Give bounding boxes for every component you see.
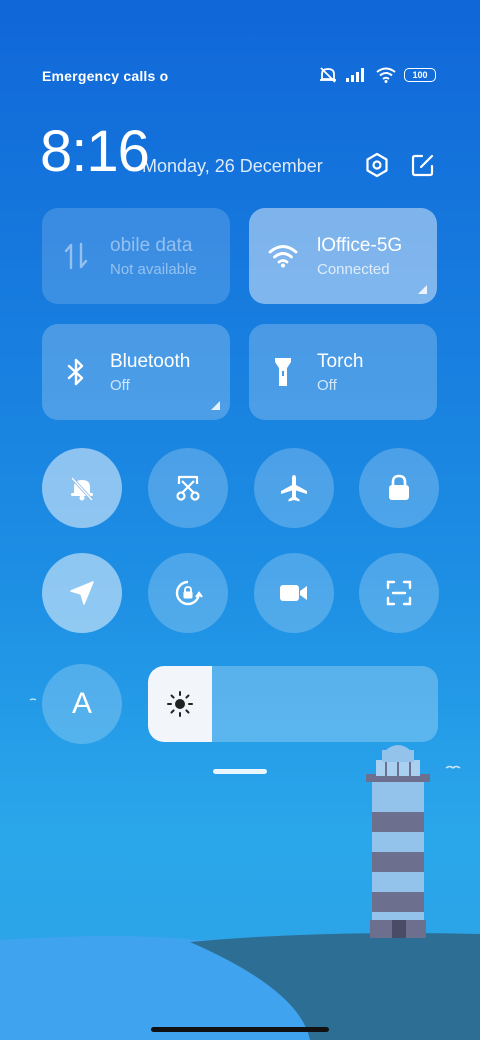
scan-icon: [386, 580, 412, 606]
clock-time[interactable]: 8:16: [40, 122, 150, 182]
airplane-mode-toggle[interactable]: [254, 448, 334, 528]
wifi-expand-icon[interactable]: [418, 285, 427, 294]
rotation-lock-icon: [175, 580, 203, 606]
status-icons: 100: [318, 66, 436, 84]
bluetooth-tile[interactable]: Bluetooth Off: [42, 324, 230, 420]
wifi-icon: [376, 67, 396, 83]
mute-icon: [320, 67, 336, 83]
torch-label: Torch: [317, 350, 364, 372]
location-toggle[interactable]: [42, 553, 122, 633]
torch-status: Off: [317, 376, 337, 394]
bluetooth-icon: [67, 358, 84, 386]
lighthouse-illustration: [366, 745, 430, 938]
hexagon-settings-icon: [366, 152, 388, 178]
video-camera-icon: [280, 585, 307, 601]
bluetooth-expand-icon[interactable]: [211, 401, 220, 410]
brightness-slider[interactable]: [148, 666, 438, 742]
screen-recorder-toggle[interactable]: [254, 553, 334, 633]
rotation-lock-toggle[interactable]: [148, 553, 228, 633]
wifi-network-name: lOffice-5G: [317, 234, 403, 256]
auto-brightness-button[interactable]: A: [42, 664, 122, 744]
mobile-data-status: Not available: [110, 260, 197, 278]
silent-mode-toggle[interactable]: [42, 448, 122, 528]
airplane-icon: [281, 475, 307, 502]
torch-icon: [275, 358, 291, 386]
mobile-data-tile[interactable]: obile data Not available: [42, 208, 230, 304]
scissors-icon: [176, 475, 200, 501]
lock-screen-toggle[interactable]: [359, 448, 439, 528]
clock-date[interactable]: Monday, 26 December: [142, 156, 323, 177]
bluetooth-label: Bluetooth: [110, 350, 191, 372]
panel-drag-handle[interactable]: [213, 769, 267, 774]
wifi-tile[interactable]: lOffice-5G Connected: [249, 208, 437, 304]
gesture-navigation-bar[interactable]: [151, 1027, 329, 1032]
mobile-data-label: obile data: [110, 234, 193, 256]
sun-icon: [167, 691, 193, 717]
signal-icon: [346, 68, 364, 82]
brightness-slider-fill[interactable]: [148, 666, 212, 742]
bluetooth-status: Off: [110, 376, 130, 394]
wifi-status: Connected: [317, 260, 390, 278]
torch-tile[interactable]: Torch Off: [249, 324, 437, 420]
battery-icon: 100: [404, 68, 436, 82]
edit-button[interactable]: [408, 150, 438, 180]
location-arrow-icon: [70, 581, 94, 605]
settings-button[interactable]: [362, 150, 392, 180]
scanner-toggle[interactable]: [359, 553, 439, 633]
bell-off-icon: [70, 476, 94, 502]
wifi-icon: [268, 245, 298, 268]
carrier-status-text: Emergency calls o: [42, 68, 169, 84]
mobile-data-icon: [64, 242, 88, 270]
edit-icon: [411, 154, 434, 177]
lock-icon: [389, 474, 409, 500]
screenshot-toggle[interactable]: [148, 448, 228, 528]
auto-brightness-label: A: [71, 687, 92, 720]
